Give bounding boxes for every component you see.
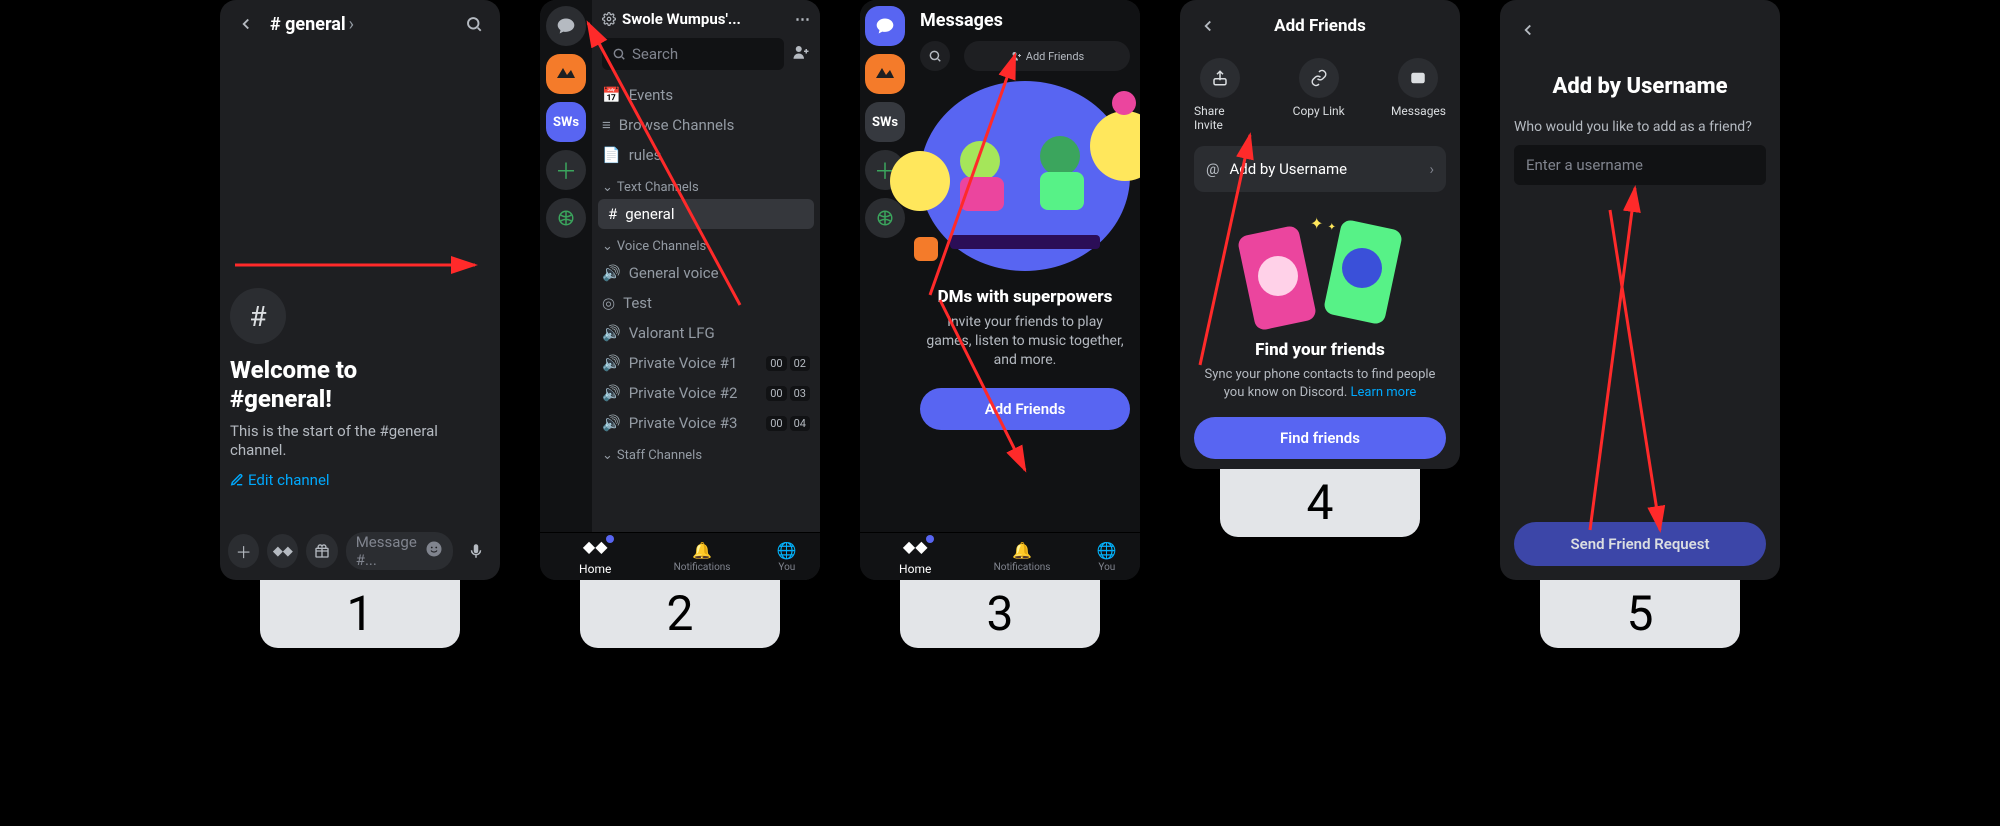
message-icon (1398, 58, 1438, 98)
messages-button[interactable]: Messages (1391, 58, 1446, 132)
section-header[interactable]: ⌄Text Channels (592, 170, 820, 199)
gift-icon[interactable] (306, 534, 337, 568)
search-input[interactable]: Search (602, 38, 784, 70)
apps-icon[interactable]: ◆◆ (267, 534, 298, 568)
channel-item[interactable]: 🔊Private Voice #20003 (592, 378, 820, 408)
step-number: 1 (260, 578, 460, 648)
illustration: ✦ ✦ (1240, 212, 1400, 332)
server-icon[interactable] (865, 54, 905, 94)
message-input[interactable]: Message #... (346, 532, 453, 570)
channel-list: Swole Wumpus'... ⋯ Search 📅Events ≡Brows… (592, 0, 820, 580)
add-friends-pill[interactable]: Add Friends (964, 41, 1130, 71)
messages-title: Messages (920, 10, 1003, 31)
share-icon (1200, 58, 1240, 98)
page-title: Add Friends (1274, 16, 1366, 36)
channel-item[interactable]: ◎Test (592, 288, 820, 318)
back-icon[interactable] (1194, 12, 1222, 40)
panel-3: SWs ＋ Messages Add Friends (860, 0, 1140, 580)
nav-home[interactable]: ◆◆Home (563, 537, 627, 576)
annotation-arrow (1580, 180, 1700, 540)
nav-notifications[interactable]: 🔔Notifications (994, 541, 1051, 573)
find-friends-title: Find your friends (1194, 340, 1446, 360)
nav-notifications[interactable]: 🔔Notifications (674, 541, 731, 573)
server-icon[interactable]: SWs (865, 102, 905, 142)
username-input[interactable]: Enter a username (1514, 145, 1766, 185)
guild-bar: SWs ＋ (540, 0, 592, 580)
find-friends-button[interactable]: Find friends (1194, 417, 1446, 459)
events-item[interactable]: 📅Events (592, 80, 820, 110)
dm-subtext: Invite your friends to play games, liste… (920, 313, 1130, 370)
add-server-icon[interactable]: ＋ (546, 150, 586, 190)
add-by-username-row[interactable]: @ Add by Username › (1194, 146, 1446, 192)
mic-icon[interactable] (461, 534, 492, 568)
learn-more-link[interactable]: Learn more (1350, 385, 1416, 400)
dm-title: DMs with superpowers (938, 287, 1113, 307)
channel-title[interactable]: # general › (270, 14, 450, 35)
add-user-icon[interactable] (792, 43, 810, 65)
step-number: 3 (900, 578, 1100, 648)
nav-home[interactable]: ◆◆Home (883, 537, 947, 576)
link-icon (1299, 58, 1339, 98)
server-name[interactable]: Swole Wumpus'... (622, 10, 789, 28)
channel-item[interactable]: #general (598, 199, 814, 229)
nav-you[interactable]: 🌐You (777, 541, 797, 573)
panel-5: Add by Username Who would you like to ad… (1500, 0, 1780, 580)
share-invite-button[interactable]: Share Invite (1194, 58, 1246, 132)
step-number: 2 (580, 578, 780, 648)
dm-button[interactable] (865, 6, 905, 46)
step-number: 5 (1540, 578, 1740, 648)
channel-item[interactable]: 🔊Private Voice #10002 (592, 348, 820, 378)
annotation-arrow (1600, 200, 1720, 550)
nav-you[interactable]: 🌐You (1097, 541, 1117, 573)
welcome-subtext: This is the start of the #general channe… (220, 422, 500, 471)
edit-channel-link[interactable]: Edit channel (220, 471, 500, 489)
search-icon[interactable] (920, 41, 950, 71)
dm-button[interactable] (546, 6, 586, 46)
welcome-heading: Welcome to #general! (220, 356, 500, 422)
find-friends-subtext: Sync your phone contacts to find people … (1194, 366, 1446, 401)
add-friends-button[interactable]: Add Friends (920, 388, 1130, 430)
add-attachment-icon[interactable]: ＋ (228, 534, 259, 568)
back-icon[interactable] (1514, 16, 1542, 44)
more-icon[interactable]: ⋯ (795, 10, 810, 28)
search-icon[interactable] (460, 10, 488, 38)
illustration (920, 81, 1130, 271)
section-header[interactable]: ⌄Staff Channels (592, 438, 820, 467)
discover-icon[interactable] (865, 198, 905, 238)
gear-icon[interactable] (602, 12, 616, 26)
copy-link-button[interactable]: Copy Link (1292, 58, 1344, 132)
page-title: Add by Username (1514, 74, 1766, 99)
server-icon[interactable]: SWs (546, 102, 586, 142)
prompt-text: Who would you like to add as a friend? (1514, 119, 1766, 135)
channel-item[interactable]: 🔊Valorant LFG (592, 318, 820, 348)
server-icon[interactable] (546, 54, 586, 94)
browse-channels-item[interactable]: ≡Browse Channels (592, 110, 820, 140)
send-friend-request-button[interactable]: Send Friend Request (1514, 522, 1766, 566)
channel-item[interactable]: 🔊General voice (592, 258, 820, 288)
bottom-nav: ◆◆Home 🔔Notifications 🌐You (860, 532, 1140, 580)
discover-icon[interactable] (546, 198, 586, 238)
channel-item[interactable]: 🔊Private Voice #30004 (592, 408, 820, 438)
back-icon[interactable] (232, 10, 260, 38)
step-number: 4 (1220, 467, 1420, 537)
panel-4: Add Friends Share Invite Copy Link Messa… (1180, 0, 1460, 469)
hash-icon: # (230, 288, 286, 344)
composer: ＋ ◆◆ Message #... (228, 532, 492, 570)
chevron-right-icon: › (1429, 160, 1434, 178)
panel-2: SWs ＋ Swole Wumpus'... ⋯ Search (540, 0, 820, 580)
rules-item[interactable]: 📄rules (592, 140, 820, 170)
bottom-nav: ◆◆Home 🔔Notifications 🌐You (540, 532, 820, 580)
panel-1: # general › # Welcome to #general! This … (220, 0, 500, 580)
guild-bar: SWs ＋ (860, 0, 910, 580)
emoji-icon[interactable] (425, 540, 443, 562)
section-header[interactable]: ⌄Voice Channels (592, 229, 820, 258)
